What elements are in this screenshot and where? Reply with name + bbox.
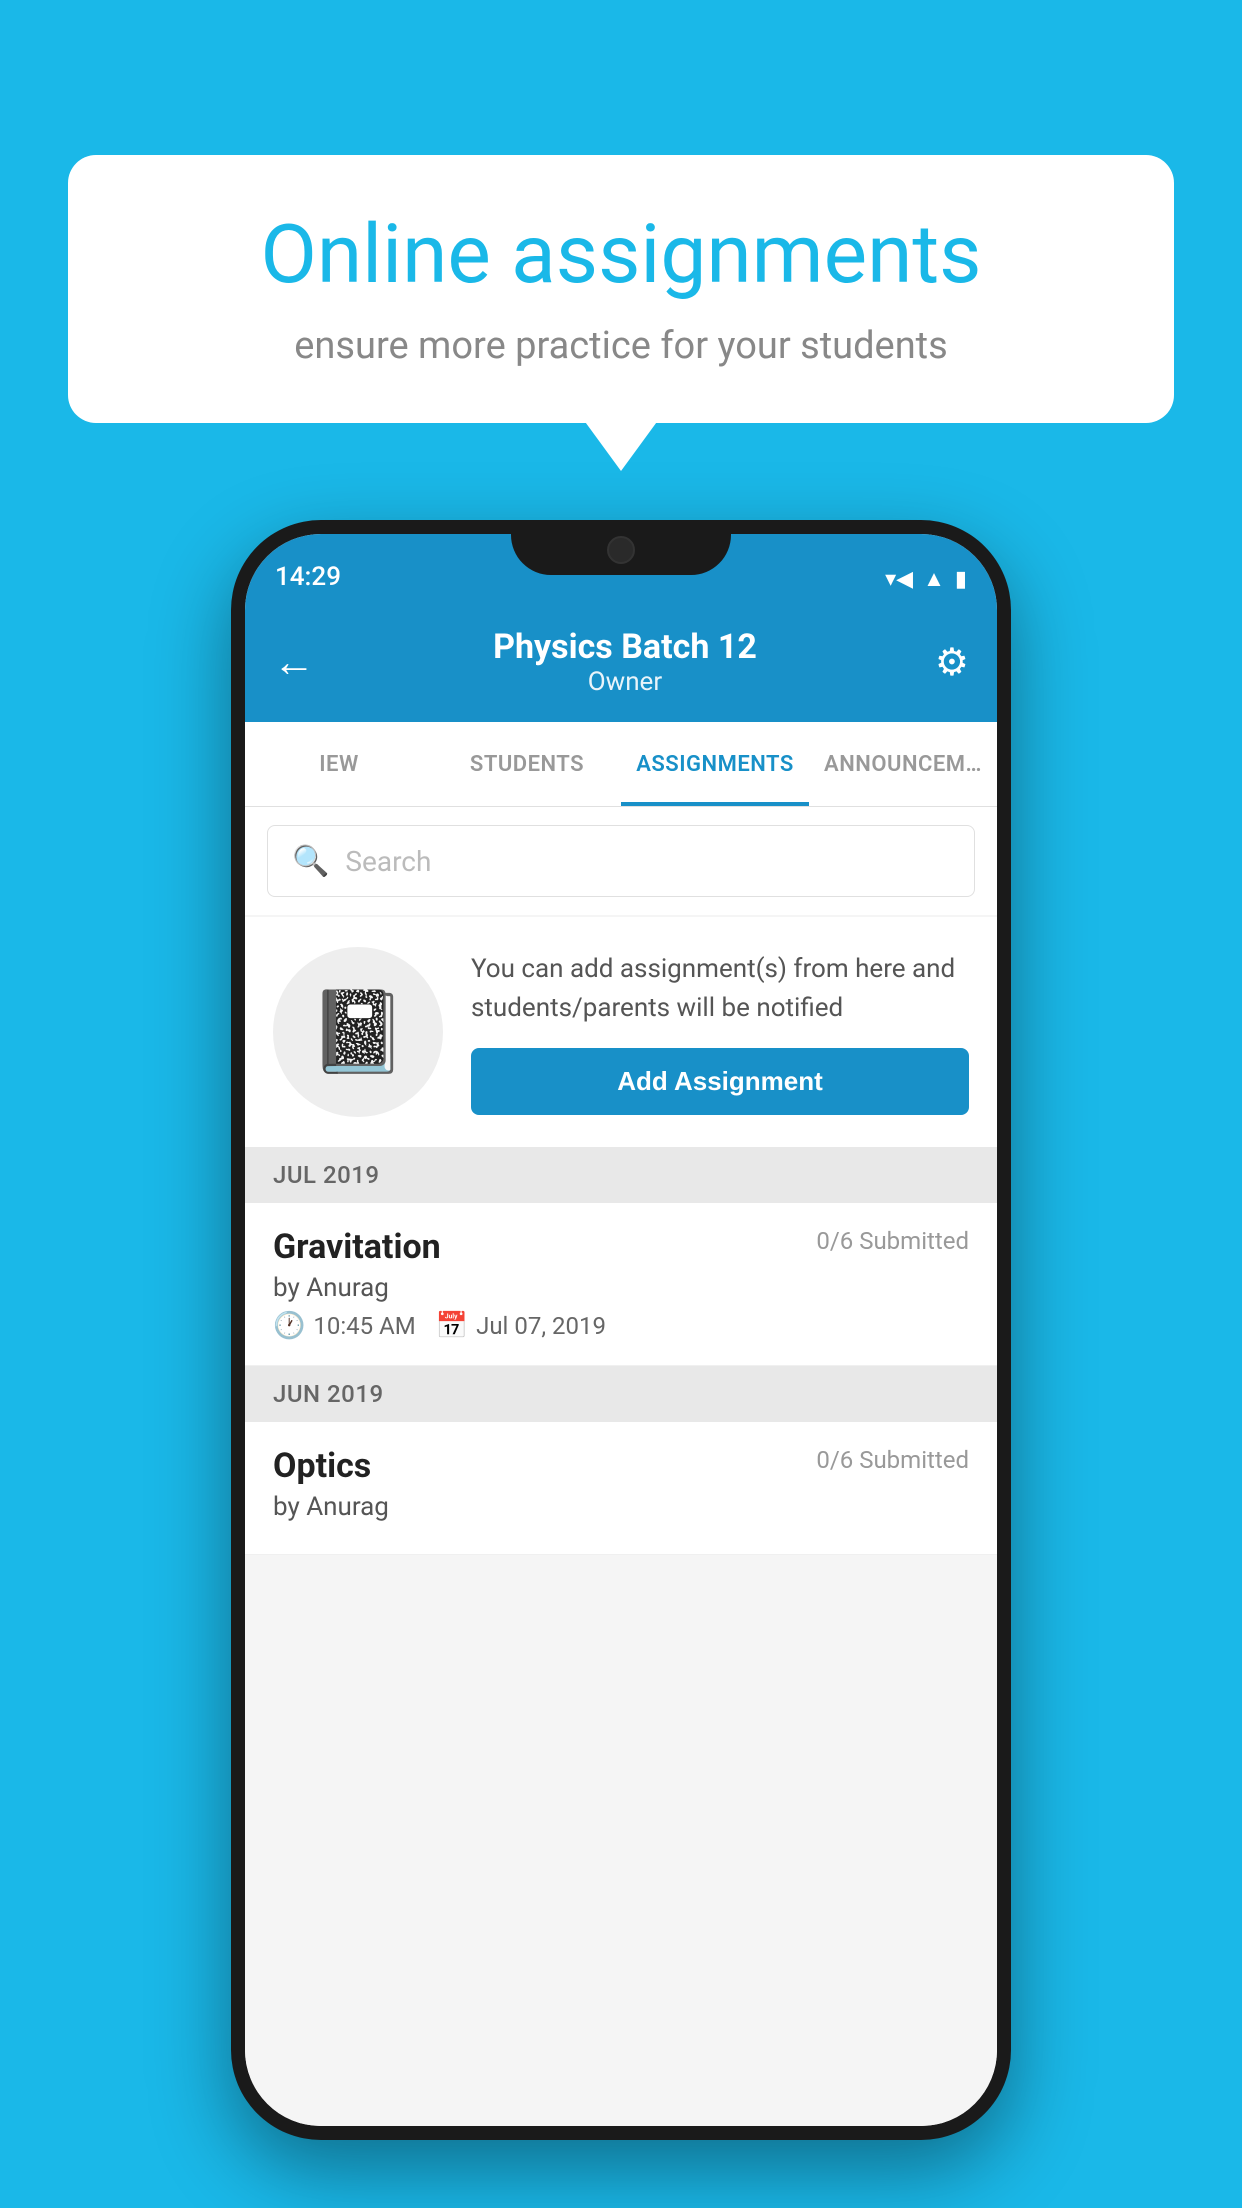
meta-time: 🕐 10:45 AM [273,1311,416,1341]
promo-section: 📓 You can add assignment(s) from here an… [245,917,997,1147]
phone-screen: 14:29 ▾◀ ▲ ▮ ← Physics Batch 12 Owner ⚙ [245,534,997,2126]
tab-iew[interactable]: IEW [245,722,433,806]
wifi-icon: ▾◀ [885,567,913,592]
speech-bubble-title: Online assignments [133,210,1109,300]
status-icons: ▾◀ ▲ ▮ [885,566,967,592]
section-header-jul: JUL 2019 [245,1147,997,1203]
phone-notch [511,520,731,575]
tab-assignments[interactable]: ASSIGNMENTS [621,722,809,806]
search-box[interactable]: 🔍 Search [267,825,975,897]
assignment-row-top: Gravitation 0/6 Submitted [273,1227,969,1267]
assignment-submitted-optics: 0/6 Submitted [816,1446,969,1474]
promo-content: You can add assignment(s) from here and … [471,950,969,1115]
notebook-icon: 📓 [308,985,408,1079]
speech-bubble-subtitle: ensure more practice for your students [133,324,1109,368]
phone-frame: 14:29 ▾◀ ▲ ▮ ← Physics Batch 12 Owner ⚙ [231,520,1011,2140]
assignment-time: 10:45 AM [313,1312,415,1340]
tabs-bar: IEW STUDENTS ASSIGNMENTS ANNOUNCEM… [245,722,997,807]
app-bar-subtitle: Owner [493,667,757,697]
search-icon: 🔍 [292,844,329,879]
clock-icon: 🕐 [273,1311,305,1341]
signal-icon: ▲ [923,566,945,592]
add-assignment-button[interactable]: Add Assignment [471,1048,969,1115]
app-bar: ← Physics Batch 12 Owner ⚙ [245,602,997,722]
search-container: 🔍 Search [245,807,997,915]
assignment-row-top-optics: Optics 0/6 Submitted [273,1446,969,1486]
assignment-meta-gravitation: 🕐 10:45 AM 📅 Jul 07, 2019 [273,1311,969,1341]
app-bar-title-block: Physics Batch 12 Owner [493,627,757,697]
promo-text: You can add assignment(s) from here and … [471,950,969,1028]
app-bar-title: Physics Batch 12 [493,627,757,667]
assignment-item-optics[interactable]: Optics 0/6 Submitted by Anurag [245,1422,997,1555]
settings-icon[interactable]: ⚙ [935,640,969,685]
search-placeholder: Search [345,845,431,878]
status-time: 14:29 [275,562,341,592]
speech-bubble-container: Online assignments ensure more practice … [68,155,1174,423]
phone-camera [607,536,635,564]
back-button[interactable]: ← [273,638,315,687]
promo-icon-circle: 📓 [273,947,443,1117]
phone-container: 14:29 ▾◀ ▲ ▮ ← Physics Batch 12 Owner ⚙ [231,520,1011,2140]
speech-bubble: Online assignments ensure more practice … [68,155,1174,423]
tab-students[interactable]: STUDENTS [433,722,621,806]
assignment-by-gravitation: by Anurag [273,1273,969,1303]
assignment-name-optics: Optics [273,1446,371,1486]
battery-icon: ▮ [955,567,967,592]
assignment-item-gravitation[interactable]: Gravitation 0/6 Submitted by Anurag 🕐 10… [245,1203,997,1366]
content-area: 🔍 Search 📓 You can add assignment(s) fro… [245,807,997,2126]
meta-date: 📅 Jul 07, 2019 [436,1311,606,1341]
tab-announcements[interactable]: ANNOUNCEM… [809,722,997,806]
assignment-by-optics: by Anurag [273,1492,969,1522]
assignment-date: Jul 07, 2019 [476,1312,606,1340]
calendar-icon: 📅 [436,1311,468,1341]
section-header-jun: JUN 2019 [245,1366,997,1422]
assignment-submitted-gravitation: 0/6 Submitted [816,1227,969,1255]
assignment-name-gravitation: Gravitation [273,1227,441,1267]
